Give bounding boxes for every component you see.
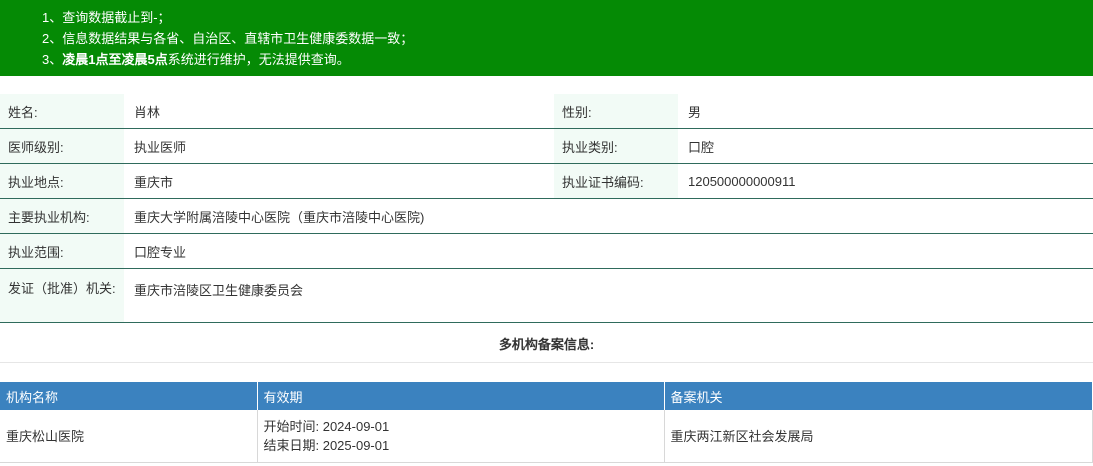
notice-line-1: 1、查询数据截止到-； bbox=[42, 10, 171, 25]
notice-line-3: 3、凌晨1点至凌晨5点系统进行维护，无法提供查询。 bbox=[42, 49, 1093, 70]
level-value: 执业医师 bbox=[134, 139, 187, 155]
name-value: 肖林 bbox=[134, 104, 161, 120]
category-value: 口腔 bbox=[688, 139, 715, 155]
notice-line-3-bold: 凌晨1点至凌晨5点 bbox=[62, 52, 168, 67]
org-name-cell: 重庆松山医院 bbox=[0, 410, 258, 463]
info-row-scope: 执业范围: 口腔专业 bbox=[0, 234, 1093, 269]
cert-value: 120500000000911 bbox=[688, 173, 796, 189]
table-header-row: 机构名称 有效期 备案机关 bbox=[0, 382, 1093, 410]
header-org-name: 机构名称 bbox=[0, 382, 258, 410]
location-value: 重庆市 bbox=[134, 174, 174, 190]
info-row-level: 医师级别: 执业医师 执业类别: 口腔 bbox=[0, 129, 1093, 164]
notice-line-2: 2、信息数据结果与各省、自治区、直辖市卫生健康委数据一致； bbox=[42, 31, 414, 46]
notice-line-3-suffix: 系统进行维护，无法提供查询。 bbox=[167, 52, 350, 67]
authority-cell: 重庆两江新区社会发展局 bbox=[664, 410, 1093, 463]
multi-org-title: 多机构备案信息: bbox=[0, 324, 1093, 363]
header-authority: 备案机关 bbox=[664, 382, 1093, 410]
gender-label: 性别: bbox=[554, 94, 678, 128]
end-date: 结束日期: 2025-09-01 bbox=[263, 437, 390, 453]
doctor-info-table: 姓名: 肖林 性别: 男 医师级别: 执业医师 执业类别: 口腔 执业地点: 重… bbox=[0, 94, 1093, 323]
scope-label: 执业范围: bbox=[0, 234, 124, 268]
level-label: 医师级别: bbox=[0, 129, 124, 163]
gender-value: 男 bbox=[688, 104, 702, 120]
org-value: 重庆大学附属涪陵中心医院（重庆市涪陵中心医院) bbox=[134, 209, 425, 225]
issuer-label: 发证（批准）机关: bbox=[0, 269, 124, 322]
info-row-name: 姓名: 肖林 性别: 男 bbox=[0, 94, 1093, 129]
org-label: 主要执业机构: bbox=[0, 199, 124, 233]
cert-label: 执业证书编码: bbox=[554, 164, 678, 198]
info-row-location: 执业地点: 重庆市 执业证书编码: 120500000000911 bbox=[0, 164, 1093, 199]
table-row: 重庆松山医院 开始时间: 2024-09-01 结束日期: 2025-09-01… bbox=[0, 410, 1093, 463]
notice-line-3-prefix: 3、 bbox=[42, 52, 63, 67]
name-label: 姓名: bbox=[0, 94, 124, 128]
category-label: 执业类别: bbox=[554, 129, 678, 163]
start-date: 开始时间: 2024-09-01 bbox=[263, 418, 390, 434]
location-label: 执业地点: bbox=[0, 164, 124, 198]
scope-value: 口腔专业 bbox=[134, 244, 187, 260]
validity-cell: 开始时间: 2024-09-01 结束日期: 2025-09-01 bbox=[257, 410, 665, 463]
header-validity: 有效期 bbox=[257, 382, 665, 410]
issuer-value: 重庆市涪陵区卫生健康委员会 bbox=[134, 283, 304, 298]
notice-banner: 1、查询数据截止到-； 2、信息数据结果与各省、自治区、直辖市卫生健康委数据一致… bbox=[0, 0, 1093, 76]
info-row-issuer: 发证（批准）机关: 重庆市涪陵区卫生健康委员会 bbox=[0, 269, 1093, 323]
multi-org-table: 机构名称 有效期 备案机关 重庆松山医院 开始时间: 2024-09-01 结束… bbox=[0, 382, 1093, 463]
info-row-org: 主要执业机构: 重庆大学附属涪陵中心医院（重庆市涪陵中心医院) bbox=[0, 199, 1093, 234]
